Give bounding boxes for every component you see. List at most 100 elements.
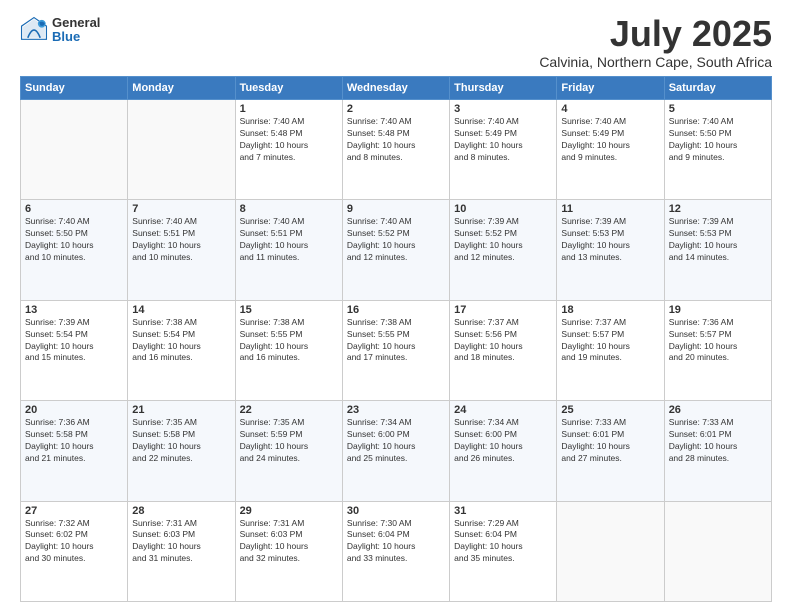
day-info: Sunrise: 7:37 AM Sunset: 5:56 PM Dayligh… [454,317,552,365]
day-cell: 3Sunrise: 7:40 AM Sunset: 5:49 PM Daylig… [450,100,557,200]
week-row-1: 6Sunrise: 7:40 AM Sunset: 5:50 PM Daylig… [21,200,772,300]
col-header-tuesday: Tuesday [235,77,342,100]
day-number: 15 [240,304,338,316]
day-number: 2 [347,103,445,115]
day-info: Sunrise: 7:31 AM Sunset: 6:03 PM Dayligh… [240,518,338,566]
day-number: 12 [669,203,767,215]
day-info: Sunrise: 7:36 AM Sunset: 5:58 PM Dayligh… [25,417,123,465]
day-info: Sunrise: 7:32 AM Sunset: 6:02 PM Dayligh… [25,518,123,566]
logo-general-text: General [52,16,100,30]
day-info: Sunrise: 7:39 AM Sunset: 5:53 PM Dayligh… [669,216,767,264]
day-number: 7 [132,203,230,215]
day-cell: 10Sunrise: 7:39 AM Sunset: 5:52 PM Dayli… [450,200,557,300]
day-cell: 9Sunrise: 7:40 AM Sunset: 5:52 PM Daylig… [342,200,449,300]
day-info: Sunrise: 7:34 AM Sunset: 6:00 PM Dayligh… [454,417,552,465]
page: General Blue July 2025 Calvinia, Norther… [0,0,792,612]
day-info: Sunrise: 7:39 AM Sunset: 5:53 PM Dayligh… [561,216,659,264]
title-month: July 2025 [539,16,772,52]
day-cell: 8Sunrise: 7:40 AM Sunset: 5:51 PM Daylig… [235,200,342,300]
day-cell: 18Sunrise: 7:37 AM Sunset: 5:57 PM Dayli… [557,300,664,400]
day-cell: 20Sunrise: 7:36 AM Sunset: 5:58 PM Dayli… [21,401,128,501]
day-info: Sunrise: 7:40 AM Sunset: 5:48 PM Dayligh… [240,116,338,164]
day-cell: 13Sunrise: 7:39 AM Sunset: 5:54 PM Dayli… [21,300,128,400]
logo-icon [20,16,48,44]
day-number: 5 [669,103,767,115]
calendar-table: SundayMondayTuesdayWednesdayThursdayFrid… [20,76,772,602]
title-block: July 2025 Calvinia, Northern Cape, South… [539,16,772,70]
day-cell: 24Sunrise: 7:34 AM Sunset: 6:00 PM Dayli… [450,401,557,501]
col-header-thursday: Thursday [450,77,557,100]
day-number: 23 [347,404,445,416]
day-info: Sunrise: 7:40 AM Sunset: 5:49 PM Dayligh… [561,116,659,164]
day-number: 25 [561,404,659,416]
week-row-0: 1Sunrise: 7:40 AM Sunset: 5:48 PM Daylig… [21,100,772,200]
day-info: Sunrise: 7:29 AM Sunset: 6:04 PM Dayligh… [454,518,552,566]
col-header-sunday: Sunday [21,77,128,100]
day-info: Sunrise: 7:33 AM Sunset: 6:01 PM Dayligh… [561,417,659,465]
day-number: 20 [25,404,123,416]
day-cell: 11Sunrise: 7:39 AM Sunset: 5:53 PM Dayli… [557,200,664,300]
day-number: 14 [132,304,230,316]
week-row-2: 13Sunrise: 7:39 AM Sunset: 5:54 PM Dayli… [21,300,772,400]
day-cell: 26Sunrise: 7:33 AM Sunset: 6:01 PM Dayli… [664,401,771,501]
day-number: 19 [669,304,767,316]
day-info: Sunrise: 7:30 AM Sunset: 6:04 PM Dayligh… [347,518,445,566]
day-number: 1 [240,103,338,115]
day-cell: 7Sunrise: 7:40 AM Sunset: 5:51 PM Daylig… [128,200,235,300]
header: General Blue July 2025 Calvinia, Norther… [20,16,772,70]
day-number: 3 [454,103,552,115]
day-info: Sunrise: 7:35 AM Sunset: 5:58 PM Dayligh… [132,417,230,465]
day-cell [128,100,235,200]
day-number: 18 [561,304,659,316]
col-header-saturday: Saturday [664,77,771,100]
day-number: 30 [347,505,445,517]
day-number: 24 [454,404,552,416]
day-info: Sunrise: 7:36 AM Sunset: 5:57 PM Dayligh… [669,317,767,365]
col-header-friday: Friday [557,77,664,100]
day-number: 13 [25,304,123,316]
week-row-3: 20Sunrise: 7:36 AM Sunset: 5:58 PM Dayli… [21,401,772,501]
day-cell: 17Sunrise: 7:37 AM Sunset: 5:56 PM Dayli… [450,300,557,400]
day-cell: 5Sunrise: 7:40 AM Sunset: 5:50 PM Daylig… [664,100,771,200]
day-cell: 21Sunrise: 7:35 AM Sunset: 5:58 PM Dayli… [128,401,235,501]
day-number: 29 [240,505,338,517]
day-cell: 19Sunrise: 7:36 AM Sunset: 5:57 PM Dayli… [664,300,771,400]
day-cell: 2Sunrise: 7:40 AM Sunset: 5:48 PM Daylig… [342,100,449,200]
day-number: 22 [240,404,338,416]
day-number: 8 [240,203,338,215]
day-info: Sunrise: 7:40 AM Sunset: 5:50 PM Dayligh… [669,116,767,164]
week-row-4: 27Sunrise: 7:32 AM Sunset: 6:02 PM Dayli… [21,501,772,601]
day-number: 10 [454,203,552,215]
day-cell: 25Sunrise: 7:33 AM Sunset: 6:01 PM Dayli… [557,401,664,501]
day-cell: 15Sunrise: 7:38 AM Sunset: 5:55 PM Dayli… [235,300,342,400]
day-info: Sunrise: 7:40 AM Sunset: 5:49 PM Dayligh… [454,116,552,164]
day-info: Sunrise: 7:33 AM Sunset: 6:01 PM Dayligh… [669,417,767,465]
day-cell: 31Sunrise: 7:29 AM Sunset: 6:04 PM Dayli… [450,501,557,601]
day-number: 4 [561,103,659,115]
day-cell: 30Sunrise: 7:30 AM Sunset: 6:04 PM Dayli… [342,501,449,601]
day-info: Sunrise: 7:37 AM Sunset: 5:57 PM Dayligh… [561,317,659,365]
logo: General Blue [20,16,100,45]
day-cell: 22Sunrise: 7:35 AM Sunset: 5:59 PM Dayli… [235,401,342,501]
day-cell: 28Sunrise: 7:31 AM Sunset: 6:03 PM Dayli… [128,501,235,601]
day-cell: 16Sunrise: 7:38 AM Sunset: 5:55 PM Dayli… [342,300,449,400]
day-number: 6 [25,203,123,215]
day-number: 26 [669,404,767,416]
day-cell: 27Sunrise: 7:32 AM Sunset: 6:02 PM Dayli… [21,501,128,601]
logo-blue-text: Blue [52,30,100,44]
day-info: Sunrise: 7:35 AM Sunset: 5:59 PM Dayligh… [240,417,338,465]
day-number: 16 [347,304,445,316]
day-info: Sunrise: 7:38 AM Sunset: 5:55 PM Dayligh… [347,317,445,365]
day-number: 9 [347,203,445,215]
day-number: 31 [454,505,552,517]
day-info: Sunrise: 7:40 AM Sunset: 5:51 PM Dayligh… [132,216,230,264]
day-info: Sunrise: 7:39 AM Sunset: 5:54 PM Dayligh… [25,317,123,365]
col-header-wednesday: Wednesday [342,77,449,100]
day-cell: 23Sunrise: 7:34 AM Sunset: 6:00 PM Dayli… [342,401,449,501]
day-cell [664,501,771,601]
day-number: 17 [454,304,552,316]
day-cell: 6Sunrise: 7:40 AM Sunset: 5:50 PM Daylig… [21,200,128,300]
calendar-header-row: SundayMondayTuesdayWednesdayThursdayFrid… [21,77,772,100]
day-cell [21,100,128,200]
day-number: 28 [132,505,230,517]
